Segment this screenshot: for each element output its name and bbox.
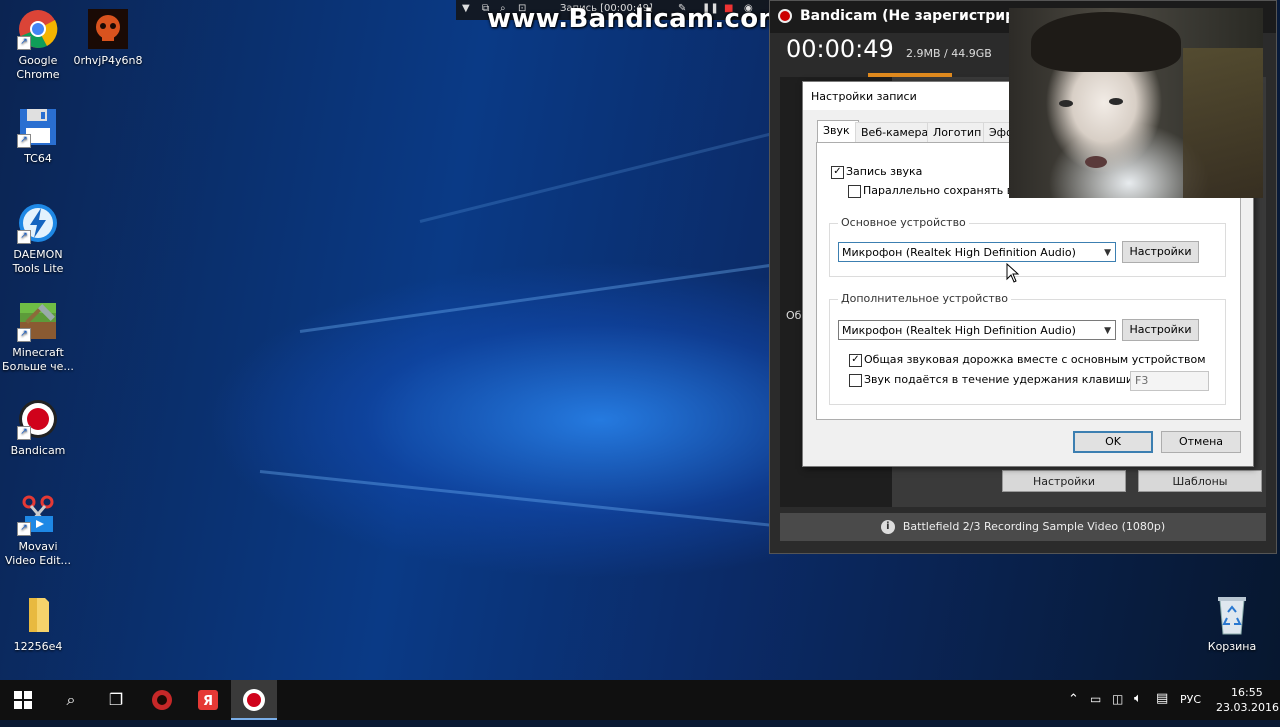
lightning-icon: ↗ (17, 202, 59, 244)
svg-text:Я: Я (203, 694, 213, 709)
record-icon: ↗ (17, 398, 59, 440)
tab-sound[interactable]: Звук (817, 120, 859, 143)
yandex-browser-icon: Я (198, 690, 218, 710)
system-tray: ⌃ ▭ ◫ 🔈︎ ▤ РУС 16:55 23.03.2016 (1050, 680, 1280, 720)
skull-icon (87, 8, 129, 50)
secondary-device-title: Дополнительное устройство (838, 292, 1011, 305)
recycle-bin-icon (1211, 594, 1253, 636)
primary-device-title: Основное устройство (838, 216, 969, 229)
taskbar: ⌕ ❐ Я ⌃ ▭ ◫ 🔈︎ ▤ РУС 16:55 23.03.2016 (0, 680, 1280, 720)
chevron-up-icon[interactable]: ⌃ (1068, 692, 1079, 707)
primary-device-value: Микрофон (Realtek High Definition Audio) (842, 246, 1076, 259)
desktop-icon-label: Корзина (1207, 640, 1257, 653)
primary-device-select[interactable]: Микрофон (Realtek High Definition Audio)… (838, 242, 1116, 262)
webcam-person-eye (1059, 100, 1073, 107)
desktop-icon-label: 0rhvjP4y6n8 (73, 54, 143, 67)
search-button[interactable]: ⌕ (48, 680, 94, 720)
footer-text: Battlefield 2/3 Recording Sample Video (… (902, 520, 1166, 533)
volume-icon[interactable]: 🔈︎ (1134, 691, 1142, 706)
desktop-icon-movavi[interactable]: ↗ Movavi Video Edit... (0, 494, 76, 568)
bandicam-settings-button[interactable]: Настройки (1002, 470, 1126, 492)
info-icon: i (880, 520, 895, 534)
floppy-icon: ↗ (17, 106, 59, 148)
webcam-person-mouth (1085, 156, 1107, 168)
mix-track-label: Общая звуковая дорожка вместе с основным… (864, 353, 1206, 366)
record-icon (243, 689, 265, 711)
webcam-person-eye (1109, 98, 1123, 105)
recording-timer: 00:00:49 (786, 35, 894, 63)
battery-icon[interactable]: ▭ (1090, 692, 1101, 706)
language-indicator[interactable]: РУС (1180, 693, 1201, 706)
ok-button[interactable]: OK (1073, 431, 1153, 453)
desktop-icon-tc64[interactable]: ↗ TC64 (0, 106, 76, 166)
mix-track-checkbox[interactable]: ✓ (849, 354, 862, 367)
search-icon: ⌕ (66, 690, 76, 709)
tab-logo[interactable]: Логотип (927, 122, 987, 142)
minecraft-icon: ↗ (17, 300, 59, 342)
primary-device-settings-button[interactable]: Настройки (1122, 241, 1199, 263)
hotkey-field[interactable]: F3 (1130, 371, 1209, 391)
record-audio-label: Запись звука (846, 165, 923, 178)
taskbar-app-yandex[interactable]: Я (185, 680, 231, 720)
primary-device-group: Основное устройство Микрофон (Realtek Hi… (829, 216, 1226, 277)
recording-size: 2.9MB / 44.9GB (906, 47, 992, 60)
desktop-icon-label: Bandicam (10, 444, 66, 457)
notification-icon[interactable]: ▤ (1156, 691, 1168, 706)
webcam-background-shelf (1183, 48, 1263, 198)
taskbar-app-skull[interactable] (139, 680, 185, 720)
start-button[interactable] (0, 680, 46, 720)
cancel-button[interactable]: Отмена (1161, 431, 1241, 453)
desktop-icon-label: Minecraft Больше че... (2, 346, 74, 373)
record-audio-checkbox[interactable]: ✓ (831, 166, 844, 179)
hold-key-label: Звук подаётся в течение удержания клавиш… (864, 373, 1134, 386)
clock-time[interactable]: 16:55 (1231, 686, 1263, 699)
scissors-icon: ↗ (17, 494, 59, 536)
desktop-icon-label: DAEMON Tools Lite (12, 248, 64, 275)
save-parallel-label: Параллельно сохранять в н (863, 184, 1024, 197)
save-parallel-checkbox[interactable] (848, 185, 861, 198)
sidebar-label: Об (786, 309, 802, 322)
dialog-title: Настройки записи (811, 90, 917, 103)
secondary-device-select[interactable]: Микрофон (Realtek High Definition Audio)… (838, 320, 1116, 340)
hold-key-checkbox[interactable] (849, 374, 862, 387)
bandicam-watermark: www.Bandicam.com (487, 4, 786, 34)
secondary-device-settings-button[interactable]: Настройки (1122, 319, 1199, 341)
desktop-icon-minecraft[interactable]: ↗ Minecraft Больше че... (0, 300, 76, 374)
chrome-icon: ↗ (17, 8, 59, 50)
mouse-cursor-icon (1006, 263, 1020, 283)
secondary-device-group: Дополнительное устройство Микрофон (Real… (829, 292, 1226, 405)
desktop-icon-recycle-bin[interactable]: Корзина (1194, 594, 1270, 654)
taskbar-app-bandicam[interactable] (231, 680, 277, 720)
network-icon[interactable]: ◫ (1112, 692, 1123, 706)
bandicam-title: Bandicam (Не зарегистрир (800, 8, 1016, 24)
skull-icon (152, 690, 172, 710)
webcam-overlay (1009, 8, 1263, 198)
desktop-icon-label: Movavi Video Edit... (4, 540, 72, 567)
desktop-icon-chrome[interactable]: ↗ Google Chrome (0, 8, 76, 82)
desktop-icon-daemon-tools[interactable]: ↗ DAEMON Tools Lite (0, 202, 76, 276)
desktop-icon-folder[interactable]: 12256e4 (0, 594, 76, 654)
desktop-icon-bandicam[interactable]: ↗ Bandicam (0, 398, 76, 458)
chevron-down-icon: ▼ (1104, 326, 1111, 336)
task-view-button[interactable]: ❐ (93, 680, 139, 720)
desktop-icon-label: 12256e4 (13, 640, 63, 653)
bandicam-logo-icon (778, 9, 792, 23)
folder-icon (17, 594, 59, 636)
desktop-icon-video-file[interactable]: 0rhvjP4y6n8 (70, 8, 146, 68)
clock-date[interactable]: 23.03.2016 (1216, 701, 1279, 714)
desktop-icon-label: TC64 (24, 152, 52, 165)
bandicam-footer-link[interactable]: i Battlefield 2/3 Recording Sample Video … (780, 513, 1266, 541)
webcam-person-hair (1031, 12, 1181, 72)
tab-webcam[interactable]: Веб-камера (855, 122, 929, 142)
windows-logo-icon (14, 691, 32, 709)
dropdown-icon[interactable]: ▼ (462, 3, 470, 14)
bandicam-templates-button[interactable]: Шаблоны (1138, 470, 1262, 492)
task-view-icon: ❐ (108, 690, 124, 709)
chevron-down-icon: ▼ (1104, 248, 1111, 258)
secondary-device-value: Микрофон (Realtek High Definition Audio) (842, 324, 1076, 337)
desktop-icon-label: Google Chrome (16, 54, 60, 81)
